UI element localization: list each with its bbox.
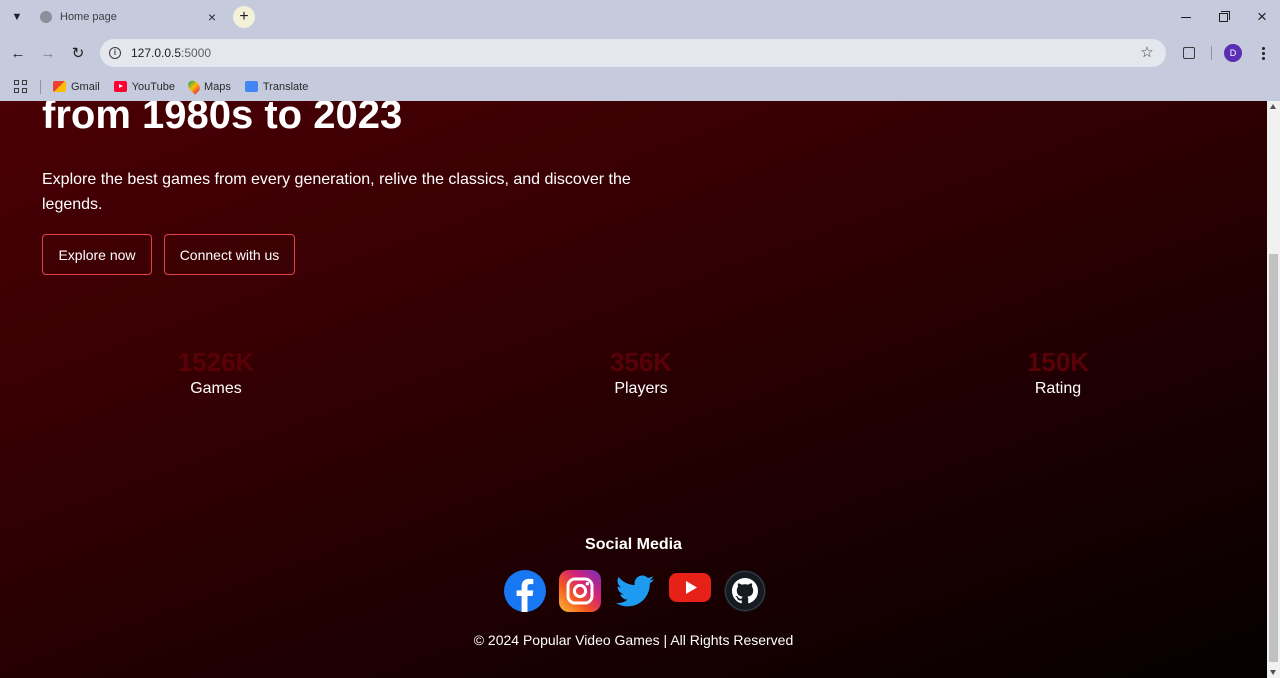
tab-search-button[interactable]: ▼ — [6, 6, 28, 28]
arrow-left-icon: ← — [10, 44, 26, 62]
instagram-icon — [559, 570, 601, 612]
stat-rating: 150K Rating — [958, 347, 1158, 398]
close-tab-button[interactable]: × — [204, 9, 220, 25]
close-icon: × — [207, 9, 217, 25]
back-button[interactable]: ← — [4, 39, 32, 67]
youtube-icon — [669, 573, 711, 602]
close-icon: × — [1257, 7, 1267, 26]
maps-icon — [185, 78, 203, 95]
tab-strip: ▼ Home page × + × — [0, 0, 1280, 34]
puzzle-icon — [1183, 47, 1195, 59]
connect-with-us-button[interactable]: Connect with us — [164, 234, 295, 275]
footer-copyright: © 2024 Popular Video Games | All Rights … — [473, 632, 794, 648]
tab-title: Home page — [60, 11, 117, 23]
hero-description: Explore the best games from every genera… — [42, 171, 631, 213]
gmail-icon — [53, 81, 66, 92]
stat-players: 356K Players — [541, 347, 741, 398]
stat-value: 1526K — [177, 347, 255, 377]
url-host: 127.0.0.5 — [131, 46, 182, 60]
menu-dot — [1261, 46, 1265, 50]
stat-label: Games — [190, 380, 242, 397]
bookmark-translate[interactable]: Translate — [244, 80, 309, 93]
url-port: :5000 — [181, 46, 212, 60]
youtube-icon — [113, 81, 127, 92]
bookmark-label: Maps — [203, 80, 231, 93]
github-icon — [724, 570, 766, 612]
bookmark-label: Gmail — [71, 80, 100, 93]
stat-label: Rating — [1034, 380, 1082, 397]
plus-icon: + — [239, 8, 249, 25]
stat-value: 150K — [1026, 347, 1090, 377]
close-window-button[interactable]: × — [1244, 4, 1280, 30]
instagram-link[interactable] — [559, 570, 601, 612]
social-media-title: Social Media — [585, 536, 682, 553]
globe-icon — [40, 11, 52, 23]
page-viewport: from 1980s to 2023 Explore the best game… — [0, 101, 1267, 678]
scrollbar-thumb[interactable] — [1269, 254, 1278, 662]
bookmark-maps[interactable]: Maps — [185, 78, 231, 95]
hero-title: from 1980s to 2023 — [42, 101, 403, 137]
facebook-link[interactable] — [504, 570, 546, 612]
explore-now-button[interactable]: Explore now — [42, 234, 152, 275]
twitter-icon — [615, 575, 654, 607]
profile-avatar[interactable]: D — [1224, 44, 1242, 62]
scroll-up-arrow-icon[interactable] — [1270, 104, 1276, 109]
new-tab-button[interactable]: + — [233, 6, 255, 28]
stat-value: 356K — [609, 347, 673, 377]
arrow-right-icon: → — [40, 44, 56, 62]
bookmark-gmail[interactable]: Gmail — [53, 81, 100, 93]
twitter-link[interactable] — [614, 570, 656, 612]
toolbar-divider — [1211, 46, 1212, 60]
restore-button[interactable] — [1205, 4, 1241, 30]
info-icon: i — [109, 47, 121, 59]
page-scrollbar[interactable] — [1267, 101, 1280, 678]
menu-dot — [1261, 51, 1265, 55]
stat-games: 1526K Games — [116, 347, 316, 398]
bookmark-star-button[interactable]: ☆ — [1138, 44, 1156, 62]
stat-label: Players — [614, 380, 668, 397]
extensions-button[interactable] — [1176, 39, 1202, 67]
apps-grid-icon[interactable] — [14, 79, 28, 94]
facebook-icon — [504, 570, 546, 612]
tab-home-page[interactable]: Home page × — [28, 3, 228, 31]
restore-icon — [1218, 10, 1230, 22]
browser-menu-button[interactable] — [1252, 39, 1274, 67]
minimize-button[interactable] — [1168, 4, 1204, 30]
bookmarks-bar: Gmail YouTube Maps Translate — [0, 72, 1280, 101]
chevron-down-icon: ▼ — [11, 11, 23, 23]
address-bar[interactable]: i 127.0.0.5:5000 ☆ — [100, 39, 1166, 67]
star-icon: ☆ — [1140, 44, 1154, 61]
url-text: 127.0.0.5:5000 — [131, 46, 211, 60]
bookmark-label: YouTube — [131, 80, 175, 93]
bookmark-label: Translate — [262, 80, 309, 93]
youtube-link[interactable] — [669, 570, 711, 612]
reload-icon: ↻ — [71, 45, 85, 62]
menu-dot — [1261, 56, 1265, 60]
minimize-icon — [1181, 16, 1191, 18]
site-info-button[interactable]: i — [106, 44, 124, 62]
reload-button[interactable]: ↻ — [64, 39, 92, 67]
translate-icon — [244, 81, 258, 92]
social-links — [504, 569, 766, 613]
bookmarks-divider — [40, 79, 41, 94]
bookmark-youtube[interactable]: YouTube — [113, 80, 175, 93]
forward-button[interactable]: → — [34, 39, 62, 67]
scroll-down-arrow-icon[interactable] — [1270, 670, 1276, 675]
browser-toolbar: ← → ↻ i 127.0.0.5:5000 ☆ D — [0, 34, 1280, 72]
github-link[interactable] — [724, 570, 766, 612]
